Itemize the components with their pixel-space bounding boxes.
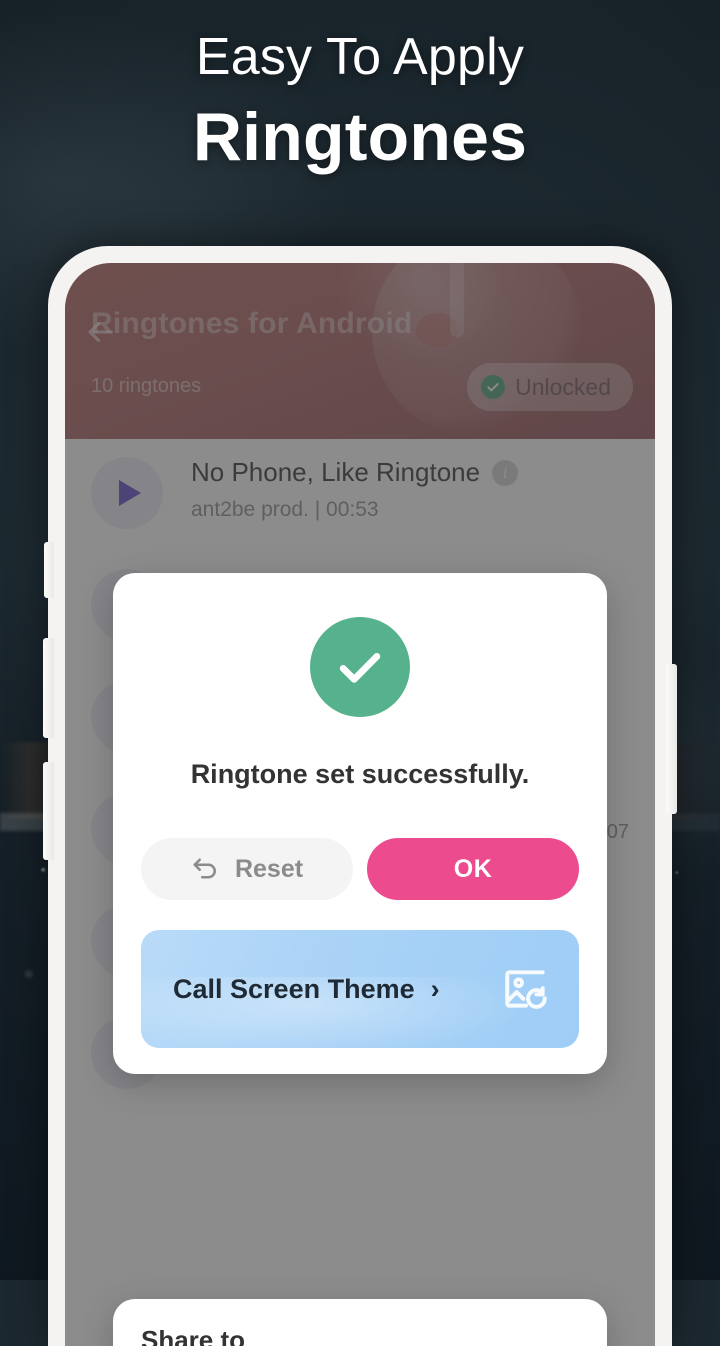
promo-headline: Easy To Apply Ringtones (0, 30, 720, 175)
reset-button[interactable]: Reset (141, 838, 353, 900)
promo-line-2: Ringtones (192, 98, 528, 175)
image-swap-icon (501, 964, 551, 1014)
share-sheet: Share to WhatsApp (113, 1299, 607, 1346)
phone-screen: Ringtones for Android 10 ringtones Unloc… (65, 263, 655, 1346)
ok-button[interactable]: OK (367, 838, 579, 900)
phone-power-button[interactable] (666, 664, 677, 814)
promo-line-1: Easy To Apply (195, 28, 525, 86)
undo-icon (191, 851, 221, 888)
phone-mockup: Ringtones for Android 10 ringtones Unloc… (43, 246, 677, 1346)
phone-volume-up-button[interactable] (43, 638, 54, 738)
call-screen-theme-label: Call Screen Theme (173, 973, 415, 1004)
dialog-message: Ringtone set successfully. (190, 759, 530, 789)
success-dialog: Ringtone set successfully. Reset OK Call… (113, 573, 607, 1074)
call-screen-theme-label-row: Call Screen Theme › (173, 974, 440, 1005)
dialog-actions: Reset OK (141, 838, 579, 900)
call-screen-theme-banner[interactable]: Call Screen Theme › (141, 930, 579, 1048)
ok-label: OK (453, 854, 493, 883)
reset-label: Reset (234, 854, 304, 883)
phone-volume-down-button[interactable] (43, 762, 54, 860)
chevron-right-icon: › (430, 973, 440, 1004)
phone-mute-button[interactable] (44, 542, 54, 598)
check-circle-icon (310, 617, 410, 717)
share-sheet-title: Share to (141, 1325, 246, 1346)
